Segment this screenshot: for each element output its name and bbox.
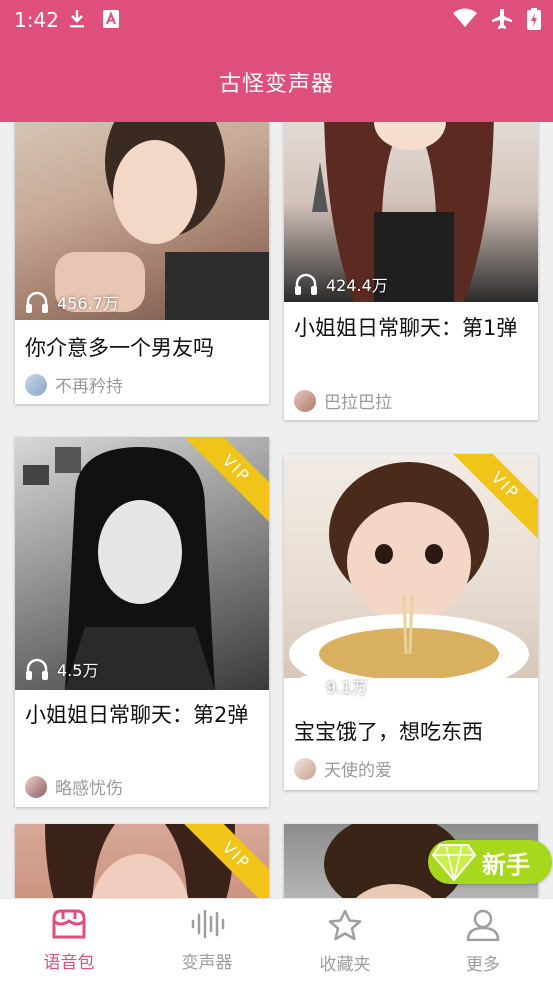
author-name: 略感忧伤 <box>55 779 123 799</box>
nav-label: 更多 <box>466 955 500 975</box>
vip-ribbon: VIP <box>179 824 269 898</box>
play-count: 4.5万 <box>25 657 98 681</box>
voice-pack-card[interactable]: 456.7万 你介意多一个男友吗 不再矜持 <box>15 122 269 404</box>
nav-label: 语音包 <box>43 953 95 973</box>
author-name: 天使的爱 <box>324 761 392 781</box>
nav-item-more[interactable]: 更多 <box>414 909 552 975</box>
card-title: 小姐姐日常聊天：第1弹 <box>294 316 518 340</box>
headphones-icon <box>295 273 317 295</box>
avatar <box>294 389 316 412</box>
vip-ribbon: VIP <box>179 437 269 527</box>
nav-item-voice-changer[interactable]: 变声器 <box>138 909 276 973</box>
star-icon <box>328 909 362 941</box>
newbie-badge[interactable]: 新手 <box>428 840 552 884</box>
play-count: 9.1万 <box>294 674 367 698</box>
play-count-value: 4.5万 <box>57 661 99 680</box>
sound-wave-icon <box>191 909 225 939</box>
headphones-icon <box>295 675 317 697</box>
download-icon <box>70 10 84 28</box>
nav-item-favorites[interactable]: 收藏夹 <box>276 909 414 975</box>
play-count-value: 9.1万 <box>326 678 368 697</box>
diamond-icon <box>432 844 476 881</box>
voice-pack-card[interactable]: 424.4万 小姐姐日常聊天：第1弹 巴拉巴拉 <box>284 122 538 420</box>
card-title: 你介意多一个男友吗 <box>25 336 214 360</box>
card-title: 小姐姐日常聊天：第2弹 <box>25 703 249 727</box>
bottom-nav: 语音包 变声器 收藏夹 更多 <box>0 898 553 985</box>
voice-pack-card[interactable]: VIP 4.5万 小姐姐日常聊天：第2弹 略感忧伤 <box>15 437 269 807</box>
voice-pack-card[interactable]: VIP <box>15 824 269 898</box>
headphones-icon <box>26 291 48 313</box>
wifi-icon <box>453 8 477 27</box>
author-name: 巴拉巴拉 <box>324 393 392 413</box>
avatar <box>25 775 47 798</box>
card-author: 天使的爱 <box>294 756 392 781</box>
card-author: 不再矜持 <box>25 372 123 397</box>
voice-pack-card[interactable]: VIP 9.1万 宝宝饿了，想吃东西 天使的爱 <box>284 454 538 790</box>
play-count: 456.7万 <box>25 290 119 314</box>
page-title: 古怪变声器 <box>218 72 334 97</box>
battery-charging-icon <box>527 8 541 30</box>
play-count-value: 424.4万 <box>326 276 388 295</box>
avatar <box>294 757 316 780</box>
text-a-icon <box>103 10 119 28</box>
vip-label: VIP <box>180 824 269 898</box>
status-time: 1:42 <box>14 8 59 32</box>
nav-label: 变声器 <box>181 953 233 973</box>
avatar <box>25 373 47 396</box>
status-bar: 1:42 <box>0 0 553 40</box>
vip-label: VIP <box>449 454 538 542</box>
voice-pack-grid[interactable]: 456.7万 你介意多一个男友吗 不再矜持 424.4万 小姐姐日常聊天：第1弹… <box>0 122 553 898</box>
shop-bag-icon <box>52 909 86 939</box>
headphones-icon <box>26 658 48 680</box>
airplane-mode-icon <box>492 9 512 29</box>
vip-label: VIP <box>180 437 269 525</box>
vip-ribbon: VIP <box>448 454 538 544</box>
play-count: 424.4万 <box>294 272 388 296</box>
play-count-value: 456.7万 <box>57 294 119 313</box>
app-bar: 古怪变声器 <box>0 40 553 122</box>
nav-item-voice-pack[interactable]: 语音包 <box>0 909 138 973</box>
nav-label: 收藏夹 <box>319 955 371 975</box>
card-author: 略感忧伤 <box>25 774 123 799</box>
person-icon <box>466 909 500 942</box>
card-author: 巴拉巴拉 <box>294 388 392 413</box>
newbie-label: 新手 <box>482 850 530 879</box>
card-title: 宝宝饿了，想吃东西 <box>294 720 483 744</box>
author-name: 不再矜持 <box>55 377 123 397</box>
